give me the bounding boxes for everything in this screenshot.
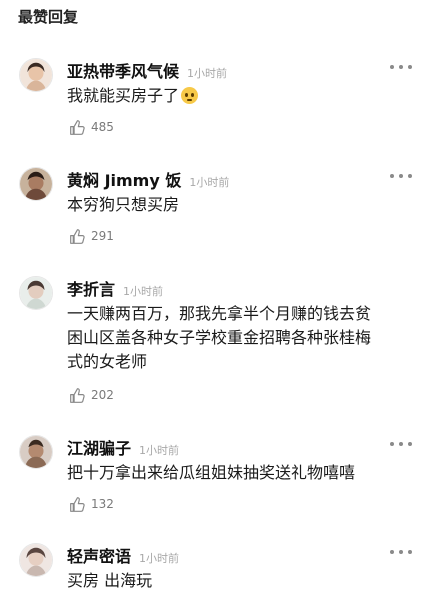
like-count: 485 [91,120,114,134]
like-button[interactable]: 485 [69,118,114,136]
section-title: 最赞回复 [18,8,79,26]
comment-text-line: 式的女老师 [67,352,148,371]
like-button[interactable]: 202 [69,386,114,404]
timestamp: 1小时前 [123,285,164,298]
more-dots-icon[interactable] [390,545,412,559]
thumbs-up-icon [70,119,85,135]
comment-text: 一天赚两百万，那我先拿半个月赚的钱去贫 困山区盖各种女子学校重金招聘各种张桂梅 … [67,302,427,374]
comment-text: 买房 出海玩 [67,571,153,590]
comment-text-line: 困山区盖各种女子学校重金招聘各种张桂梅 [67,328,372,347]
like-count: 291 [91,229,114,243]
avatar[interactable] [19,167,53,201]
avatar[interactable] [19,435,53,469]
username[interactable]: 亚热带季风气候 [67,58,179,82]
thumbs-up-icon [70,228,85,244]
more-dots-icon[interactable] [390,169,412,183]
pleading-face-emoji-icon [181,87,199,104]
thumbs-up-icon [70,387,85,403]
more-dots-icon[interactable] [390,437,412,451]
avatar[interactable] [19,543,53,577]
like-count: 202 [91,388,114,402]
comment-text-body: 我就能买房子了 [67,86,180,105]
like-button[interactable]: 132 [69,495,114,513]
like-button[interactable]: 291 [69,227,114,245]
comment-text: 本穷狗只想买房 [67,195,180,214]
hot-replies-page: 最赞回复 亚热带季风气候 1小时前 我就能买房子了 485 黄焖 Jimmy 饭… [0,0,440,593]
thumbs-up-icon [70,496,85,512]
comment-text: 把十万拿出来给瓜组姐妹抽奖送礼物嘻嘻 [67,463,356,482]
avatar[interactable] [19,58,53,92]
comment-text-line: 一天赚两百万，那我先拿半个月赚的钱去贫 [67,304,372,323]
username[interactable]: 轻声密语 [67,543,131,567]
username[interactable]: 李折言 [67,276,115,300]
more-dots-icon[interactable] [390,60,412,74]
username[interactable]: 黄焖 Jimmy 饭 [67,167,181,191]
timestamp: 1小时前 [139,552,180,565]
username[interactable]: 江湖骗子 [67,435,131,459]
timestamp: 1小时前 [139,444,180,457]
timestamp: 1小时前 [189,176,230,189]
avatar[interactable] [19,276,53,310]
timestamp: 1小时前 [187,67,228,80]
like-count: 132 [91,497,114,511]
comment-text: 我就能买房子了 [67,84,427,108]
